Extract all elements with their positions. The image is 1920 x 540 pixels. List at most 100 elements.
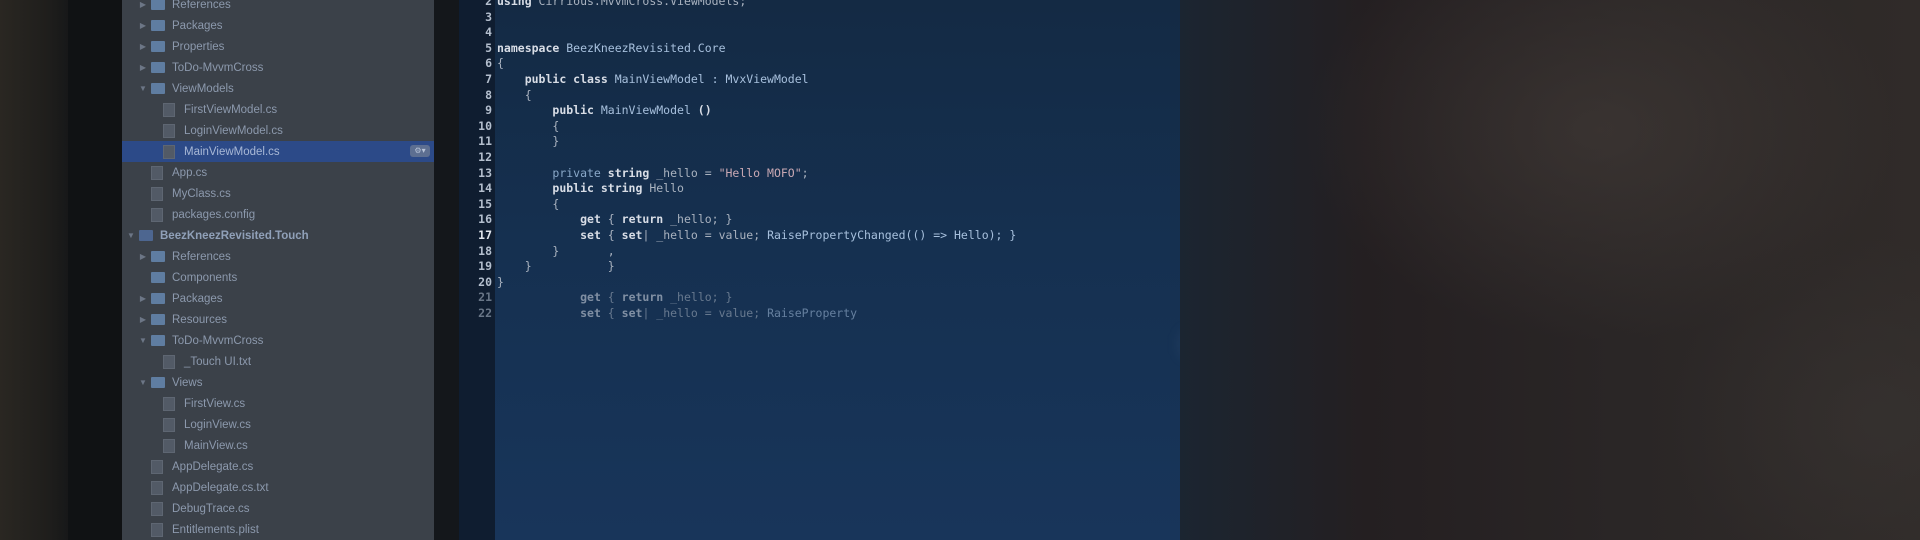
code-token: { [607,290,622,305]
tree-item-label: References [172,250,231,263]
chevron-right-icon[interactable]: ▶ [138,42,148,51]
code-token: set [580,227,608,242]
code-line[interactable]: 18 } , [459,244,1016,260]
gear-menu-icon[interactable]: ⚙▾ [410,145,430,157]
line-number: 21 [478,290,492,305]
tree-file-item[interactable]: ▶ MainView.cs [122,435,434,456]
file-icon [163,417,175,432]
line-number: 13 [478,165,492,180]
code-line[interactable]: 5 namespace BeezKneezRevisited.Core [459,41,1016,57]
tree-file-item[interactable]: ▶ FirstView.cs [122,393,434,414]
file-icon [163,438,175,453]
tree-item-label: ToDo-MvvmCross [172,334,264,347]
tree-folder-item[interactable]: ▶ References [122,0,434,15]
tree-file-item[interactable]: ▶ AppDelegate.cs [122,456,434,477]
tree-file-item[interactable]: ▶ FirstViewModel.cs [122,99,434,120]
tree-item-label: ViewModels [172,82,234,95]
chevron-right-icon[interactable]: ▶ [138,21,148,30]
tree-folder-item[interactable]: ▶ Components [122,267,434,288]
code-line[interactable]: 7 public class MainViewModel : MvxViewMo… [459,72,1016,88]
tree-file-item[interactable]: ▶ LoginView.cs [122,414,434,435]
tree-folder-item[interactable]: ▶ Resources [122,309,434,330]
code-line[interactable]: 14 public string Hello [459,181,1016,197]
chevron-right-icon: ▶ [150,105,160,114]
line-number: 18 [478,243,492,258]
tree-item-label: BeezKneezRevisited.Touch [160,229,309,242]
tree-file-item[interactable]: ▶ AppDelegate.cs.txt [122,477,434,498]
tree-file-item[interactable]: ▶ Entitlements.plist [122,519,434,540]
code-line[interactable]: 9 public MainViewModel () [459,103,1016,119]
code-token: get [580,290,608,305]
code-line[interactable]: 16 get { return _hello; } [459,212,1016,228]
tree-folder-item[interactable]: ▼ ToDo-MvvmCross [122,330,434,351]
tree-folder-item[interactable]: ▶ References [122,246,434,267]
chevron-right-icon: ▶ [138,273,148,282]
chevron-down-icon[interactable]: ▼ [138,378,148,387]
project-icon [139,230,153,241]
code-line[interactable]: 13 private string _hello = "Hello MOFO"; [459,166,1016,182]
chevron-down-icon[interactable]: ▼ [138,336,148,345]
chevron-right-icon[interactable]: ▶ [138,0,148,9]
line-number: 7 [485,71,492,86]
tree-file-item[interactable]: ▶ App.cs [122,162,434,183]
file-icon [151,186,163,201]
tree-file-item[interactable]: ▶ MainViewModel.cs ⚙▾ [122,141,434,162]
file-icon [163,102,175,117]
chevron-right-icon: ▶ [138,168,148,177]
tree-folder-item[interactable]: ▼ ViewModels [122,78,434,99]
code-line[interactable]: 15 { [459,197,1016,213]
code-line[interactable]: 10 { [459,119,1016,135]
code-editor[interactable]: 2 using Cirrious.MvvmCross.ViewModels; 3 4 5… [459,0,1180,540]
project-node[interactable]: ▼ BeezKneezRevisited.Touch [122,225,434,246]
code-token: | _hello = value; [642,305,768,320]
code-line[interactable]: 17 set { set | _hello = value; RaisePrope… [459,228,1016,244]
code-line[interactable]: 12 [459,150,1016,166]
code-token: { [607,212,622,227]
code-token: public [552,103,601,118]
chevron-right-icon: ▶ [150,399,160,408]
code-line[interactable]: 21 get { return _hello; } [459,290,1016,306]
code-token: { [607,305,622,320]
code-line[interactable]: 4 [459,25,1016,41]
chevron-right-icon[interactable]: ▶ [138,315,148,324]
background-right [1180,0,1920,540]
sidebar-splitter[interactable] [434,0,459,540]
chevron-right-icon[interactable]: ▶ [138,252,148,261]
tree-folder-item[interactable]: ▶ Properties [122,36,434,57]
tree-folder-item[interactable]: ▼ Views [122,372,434,393]
code-line[interactable]: 3 [459,10,1016,26]
tree-file-item[interactable]: ▶ MyClass.cs [122,183,434,204]
code-line[interactable]: 19 } } [459,259,1016,275]
code-token: return [621,212,671,227]
code-line[interactable]: 11 } [459,134,1016,150]
tree-folder-item[interactable]: ▶ Packages [122,15,434,36]
chevron-right-icon: ▶ [150,420,160,429]
tree-folder-item[interactable]: ▶ ToDo-MvvmCross [122,57,434,78]
code-line[interactable]: 8 { [459,88,1016,104]
tree-file-item[interactable]: ▶ DebugTrace.cs [122,498,434,519]
code-line[interactable]: 20} [459,275,1016,291]
tree-folder-item[interactable]: ▶ Packages [122,288,434,309]
code-token: set [621,227,643,242]
code-line[interactable]: 22 set { set | _hello = value; RaisePrope… [459,306,1016,322]
line-number: 2 [485,0,492,8]
chevron-down-icon[interactable]: ▼ [138,84,148,93]
chevron-down-icon[interactable]: ▼ [126,231,136,240]
tree-file-item[interactable]: ▶ packages.config [122,204,434,225]
tree-item-label: Resources [172,313,227,326]
tree-file-item[interactable]: ▶ LoginViewModel.cs [122,120,434,141]
chevron-right-icon[interactable]: ▶ [138,294,148,303]
code-line[interactable]: 2 using Cirrious.MvvmCross.ViewModels; [459,0,1016,10]
chevron-right-icon: ▶ [138,504,148,513]
tree-item-label: App.cs [172,166,208,179]
code-line[interactable]: 6{ [459,56,1016,72]
chevron-right-icon: ▶ [150,147,160,156]
folder-icon [151,293,165,304]
tree-file-item[interactable]: ▶ _Touch UI.txt [122,351,434,372]
code-token: _hello; } [670,212,733,227]
folder-icon [151,377,165,388]
code-token: } } [497,259,615,274]
chevron-right-icon[interactable]: ▶ [138,63,148,72]
folder-icon [151,0,165,10]
